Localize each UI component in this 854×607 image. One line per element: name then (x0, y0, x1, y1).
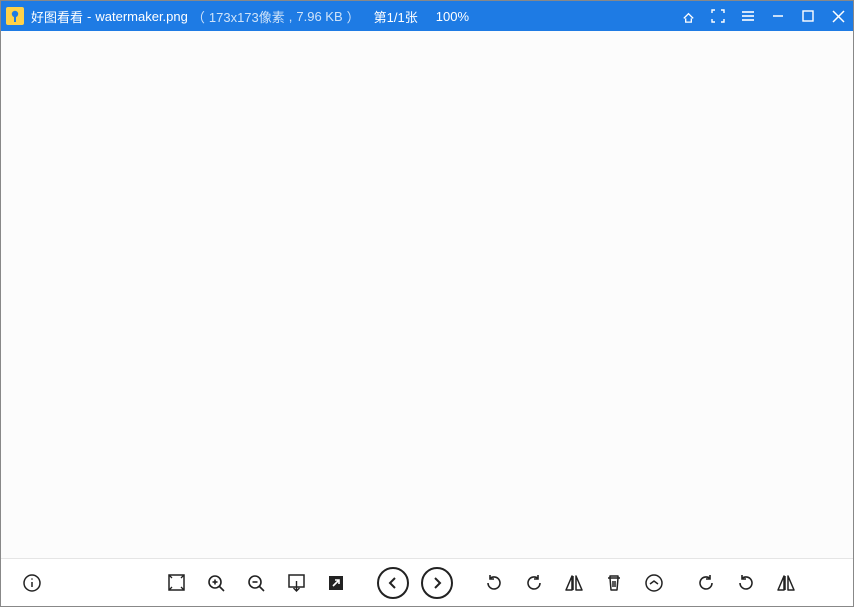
rotate-left-alt-button[interactable] (729, 566, 763, 600)
image-canvas[interactable] (1, 31, 853, 558)
rotate-left-button[interactable] (477, 566, 511, 600)
close-button[interactable] (823, 1, 853, 31)
close-paren: ） (347, 7, 360, 26)
open-paren: （ (192, 7, 205, 26)
bottom-toolbar (1, 558, 853, 606)
flip-horizontal-alt-button[interactable] (769, 566, 803, 600)
next-image-button[interactable] (421, 567, 453, 599)
titlebar: 好图看看 - watermaker.png （ 173x173像素 , 7.96… (1, 1, 853, 31)
menu-button[interactable] (733, 1, 763, 31)
collapse-toolbar-button[interactable] (637, 566, 671, 600)
delete-button[interactable] (597, 566, 631, 600)
rotate-right-alt-button[interactable] (689, 566, 723, 600)
zoom-level: 100% (436, 9, 469, 24)
dimensions: 173x173像素 (209, 7, 285, 26)
fullscreen-button[interactable] (703, 1, 733, 31)
title-text: 好图看看 - watermaker.png （ 173x173像素 , 7.96… (31, 7, 469, 26)
pin-button[interactable] (673, 1, 703, 31)
fit-window-button[interactable] (159, 566, 193, 600)
page-counter: 第1/1张 (374, 7, 418, 26)
separator: - (87, 9, 91, 24)
window-controls (673, 1, 853, 31)
filename: watermaker.png (95, 9, 188, 24)
minimize-button[interactable] (763, 1, 793, 31)
rotate-right-button[interactable] (517, 566, 551, 600)
maximize-button[interactable] (793, 1, 823, 31)
filesize: 7.96 KB (296, 9, 342, 24)
prev-image-button[interactable] (377, 567, 409, 599)
app-name: 好图看看 (31, 7, 83, 26)
comma: , (289, 9, 293, 24)
info-button[interactable] (15, 566, 49, 600)
zoom-in-button[interactable] (199, 566, 233, 600)
flip-horizontal-button[interactable] (557, 566, 591, 600)
app-icon (5, 6, 25, 26)
actual-size-button[interactable] (279, 566, 313, 600)
zoom-out-button[interactable] (239, 566, 273, 600)
open-external-button[interactable] (319, 566, 353, 600)
